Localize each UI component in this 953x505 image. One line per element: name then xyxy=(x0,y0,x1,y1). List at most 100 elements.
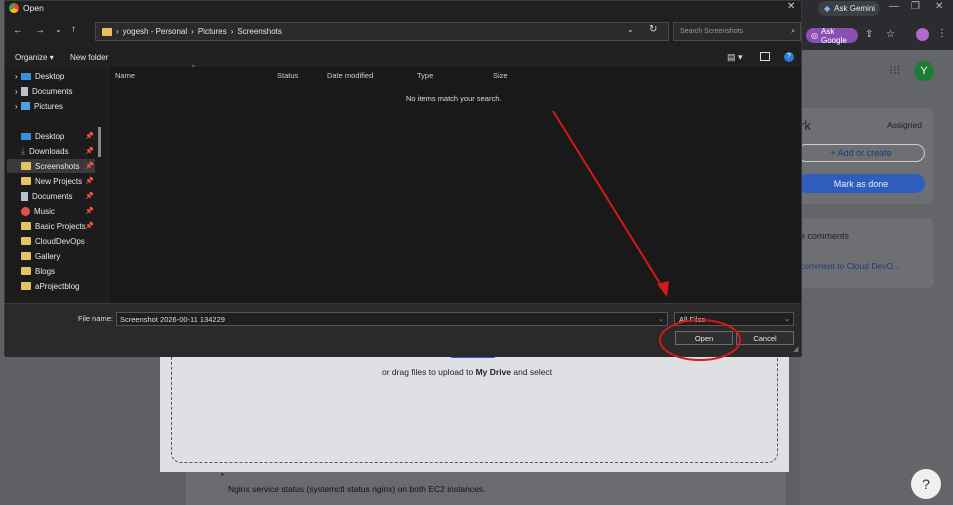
add-or-create-button[interactable]: + Add or create xyxy=(797,144,925,162)
breadcrumb-segment[interactable]: Screenshots xyxy=(237,27,281,36)
download-icon: ⤓ xyxy=(21,145,25,156)
column-header-date-modified[interactable]: Date modified xyxy=(327,71,373,80)
pictures-icon xyxy=(21,102,30,110)
filetype-select[interactable]: All Files ⌄ xyxy=(674,312,794,326)
forward-icon[interactable]: → xyxy=(35,25,45,36)
recent-dropdown-icon[interactable]: ⌄ xyxy=(55,25,62,34)
pin-icon: 📌 xyxy=(85,163,94,170)
desktop-icon xyxy=(21,72,31,80)
breadcrumb-segment[interactable]: Pictures xyxy=(198,27,227,36)
sort-arrow-icon: ^ xyxy=(192,65,195,71)
drop-zone[interactable] xyxy=(171,340,778,463)
column-header-status[interactable]: Status xyxy=(277,71,298,80)
menu-dots-icon[interactable]: ⋮ xyxy=(937,28,947,39)
apps-grid-icon[interactable]: ⁝⁝⁝ xyxy=(889,63,900,77)
column-header-name[interactable]: Name xyxy=(115,71,135,80)
breadcrumb-segment[interactable]: yogesh - Personal xyxy=(123,27,187,36)
chevron-down-icon: ⌄ xyxy=(784,316,790,323)
avatar[interactable]: Y xyxy=(914,61,934,81)
folder-icon xyxy=(21,162,31,170)
maximize-icon[interactable]: ❐ xyxy=(911,1,920,12)
address-bar[interactable]: › yogesh - Personal › Pictures › Screens… xyxy=(95,22,669,41)
up-icon[interactable]: ↑ xyxy=(71,24,76,35)
comments-heading: e comments xyxy=(800,231,850,241)
dialog-title: Open xyxy=(23,3,44,13)
mark-as-done-button[interactable]: Mark as done xyxy=(797,174,925,193)
organize-button[interactable]: Organize ▾ xyxy=(15,53,54,62)
help-icon[interactable]: ? xyxy=(911,469,941,499)
view-options-icon[interactable]: ▤ ▾ xyxy=(727,52,743,63)
cancel-button[interactable]: Cancel xyxy=(736,331,794,345)
quick-item-blogs[interactable]: Blogs xyxy=(21,264,55,278)
google-lens-icon: ◎ xyxy=(811,31,818,40)
new-folder-button[interactable]: New folder xyxy=(70,53,108,62)
folder-icon xyxy=(21,222,31,230)
chevron-down-icon: ⌄ xyxy=(658,316,664,323)
chevron-right-icon: › xyxy=(15,71,18,81)
drag-hint: or drag files to upload to My Drive and … xyxy=(382,367,553,377)
add-comment-link[interactable]: comment to Cloud DevO... xyxy=(800,261,900,271)
ask-google-button[interactable]: ◎ Ask Google xyxy=(806,27,858,45)
folder-icon xyxy=(102,27,112,36)
folder-icon xyxy=(21,267,31,275)
quick-item-gallery[interactable]: Gallery xyxy=(21,249,60,263)
filename-label: File name: xyxy=(78,314,114,323)
quick-item-aprojectblog[interactable]: aProjectblog xyxy=(21,279,79,293)
chevron-right-icon: › xyxy=(116,27,119,36)
quick-item-screenshots[interactable]: Screenshots 📌 xyxy=(7,159,95,173)
filename-input[interactable]: Screenshot 2026-00-11 134229 ⌄ xyxy=(116,312,668,326)
column-header-size[interactable]: Size xyxy=(493,71,508,80)
chevron-right-icon: › xyxy=(191,27,194,36)
share-icon[interactable]: ⇪ xyxy=(865,29,873,40)
quick-item-music[interactable]: Music 📌 xyxy=(21,204,94,218)
pin-icon: 📌 xyxy=(85,193,94,200)
chrome-icon xyxy=(9,3,19,13)
nav-item-pictures[interactable]: › Pictures xyxy=(15,99,63,113)
chevron-right-icon: › xyxy=(230,27,234,36)
search-input[interactable]: Search Screenshots ⌕ xyxy=(673,22,801,41)
quick-item-new-projects[interactable]: New Projects 📌 xyxy=(21,174,94,188)
back-icon[interactable]: ← xyxy=(13,25,23,36)
folder-icon xyxy=(21,252,31,260)
search-icon: ⌕ xyxy=(791,27,795,35)
ask-gemini-tab[interactable]: ◆ Ask Gemini xyxy=(818,1,880,16)
resize-grip-icon[interactable]: ◢ xyxy=(793,345,798,353)
document-icon xyxy=(21,86,28,96)
folder-icon xyxy=(21,237,31,245)
refresh-icon[interactable]: ↻ xyxy=(649,24,657,35)
nav-item-documents[interactable]: › Documents xyxy=(15,84,72,98)
bullet-dot: • xyxy=(221,470,224,479)
profile-icon[interactable] xyxy=(916,28,929,41)
empty-message: No items match your search. xyxy=(406,94,502,103)
private-comments-card xyxy=(797,218,934,288)
nav-scrollbar[interactable] xyxy=(98,127,101,157)
preview-pane-icon[interactable] xyxy=(760,52,770,61)
document-icon xyxy=(21,191,28,201)
quick-item-downloads[interactable]: ⤓ Downloads 📌 xyxy=(21,144,94,158)
folder-icon xyxy=(21,282,31,290)
chevron-right-icon: › xyxy=(15,101,18,111)
pin-icon: 📌 xyxy=(85,208,94,215)
pin-icon: 📌 xyxy=(85,178,94,185)
nav-item-desktop[interactable]: › Desktop xyxy=(15,69,64,83)
quick-item-documents[interactable]: Documents 📌 xyxy=(21,189,94,203)
address-dropdown-icon[interactable]: ⌄ xyxy=(627,25,634,34)
column-header-type[interactable]: Type xyxy=(417,71,433,80)
gemini-icon: ◆ xyxy=(824,4,831,13)
desktop-icon xyxy=(21,132,31,140)
close-window-icon[interactable]: ✕ xyxy=(935,1,943,12)
folder-icon xyxy=(21,177,31,185)
dialog-close-icon[interactable]: ✕ xyxy=(787,1,795,12)
status-badge: Assigned xyxy=(887,120,922,130)
open-file-dialog: Open ✕ ← → ⌄ ↑ › yogesh - Personal › Pic… xyxy=(4,0,802,357)
minimize-icon[interactable]: — xyxy=(889,1,899,12)
chevron-right-icon: › xyxy=(15,86,18,96)
star-icon[interactable]: ☆ xyxy=(886,29,895,40)
pin-icon: 📌 xyxy=(85,148,94,155)
open-button[interactable]: Open xyxy=(675,331,733,345)
help-circle-icon[interactable]: ? xyxy=(784,52,794,62)
quick-item-clouddevops[interactable]: CloudDevOps xyxy=(21,234,85,248)
assignment-bullet: Nginx service status (systemctl status n… xyxy=(228,484,486,494)
quick-item-basic-projects[interactable]: Basic Projects 📌 xyxy=(21,219,94,233)
quick-item-desktop[interactable]: Desktop 📌 xyxy=(21,129,94,143)
